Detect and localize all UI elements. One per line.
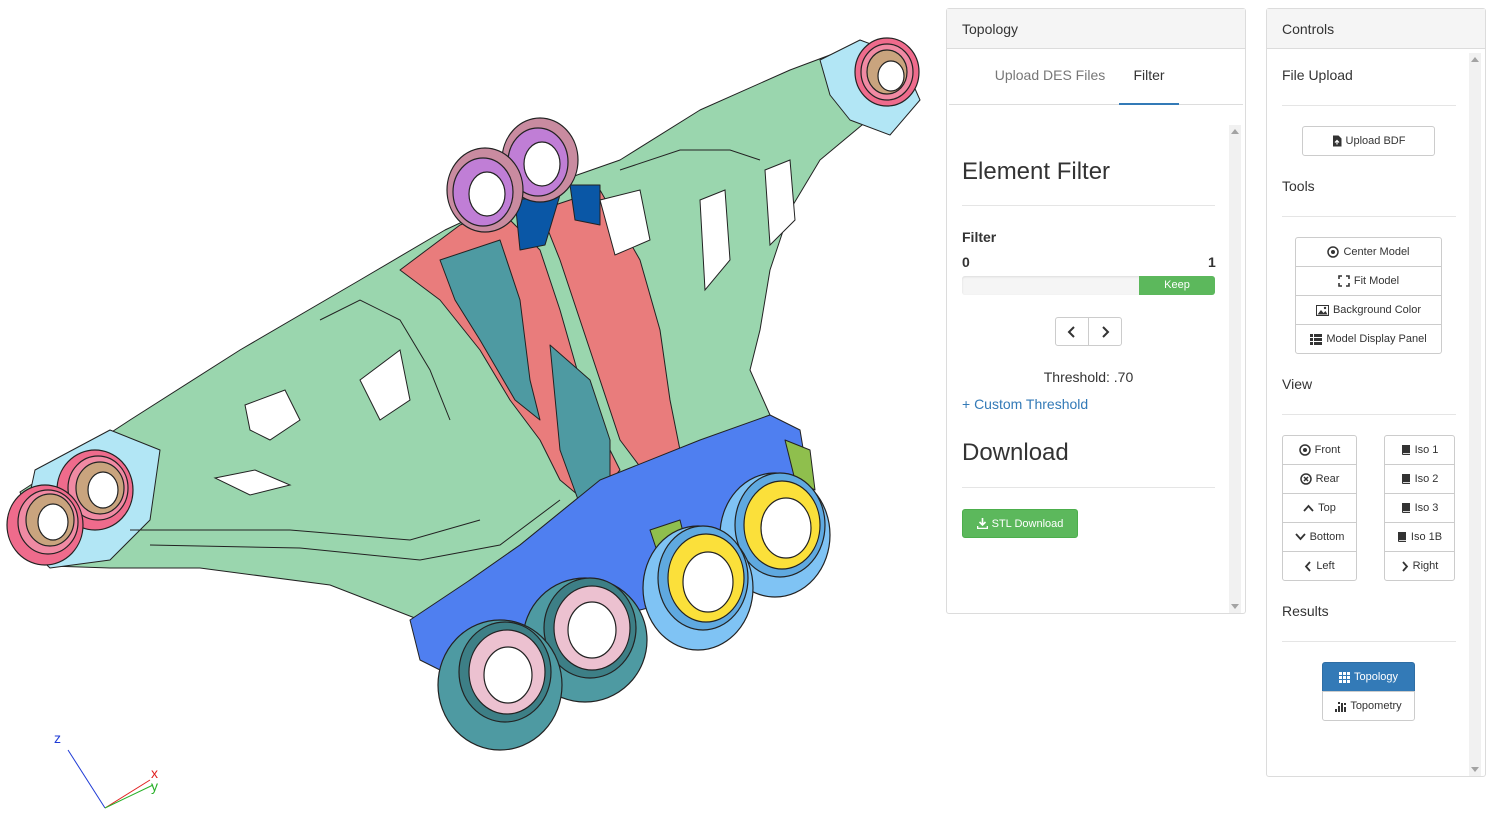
view-iso2-label: Iso 2 bbox=[1414, 473, 1439, 485]
scroll-down-icon[interactable] bbox=[1231, 604, 1239, 609]
step-next-button[interactable] bbox=[1088, 317, 1122, 346]
target-icon bbox=[1327, 246, 1340, 258]
chevron-right-icon bbox=[1401, 560, 1408, 572]
chevron-left-icon bbox=[1067, 325, 1075, 338]
view-right-button[interactable]: Right bbox=[1384, 551, 1455, 581]
scroll-up-icon[interactable] bbox=[1231, 129, 1239, 134]
upload-bdf-label: Upload BDF bbox=[1345, 135, 1406, 147]
download-icon bbox=[976, 518, 988, 529]
threshold-slider[interactable]: Keep bbox=[962, 276, 1215, 295]
axis-z-label: z bbox=[54, 730, 61, 746]
chevron-right-icon bbox=[1102, 325, 1110, 338]
topology-tabs: Upload DES Files Filter bbox=[949, 49, 1243, 105]
scroll-down-icon[interactable] bbox=[1471, 767, 1479, 772]
stl-download-button[interactable]: STL Download bbox=[962, 509, 1078, 538]
circle-x-icon bbox=[1299, 473, 1312, 485]
upload-bdf-button[interactable]: Upload BDF bbox=[1302, 126, 1435, 156]
list-icon bbox=[1310, 333, 1323, 345]
controls-panel-title: Controls bbox=[1267, 9, 1485, 49]
topology-result-label: Topology bbox=[1353, 671, 1399, 683]
background-color-label: Background Color bbox=[1332, 304, 1422, 316]
filter-tab-content: Element Filter Filter 0 1 Keep Threshold… bbox=[947, 125, 1245, 613]
topology-result-button[interactable]: Topology bbox=[1322, 662, 1415, 692]
divider bbox=[1282, 105, 1456, 106]
view-iso3-button[interactable]: Iso 3 bbox=[1384, 493, 1455, 523]
topology-panel-title: Topology bbox=[947, 9, 1245, 49]
target-icon bbox=[1298, 444, 1311, 456]
topology-scrollbar[interactable] bbox=[1229, 125, 1241, 613]
divider bbox=[962, 487, 1215, 488]
chevron-left-icon bbox=[1305, 560, 1311, 572]
divider bbox=[962, 205, 1215, 206]
slider-max-label: 1 bbox=[1208, 254, 1216, 270]
book-icon bbox=[1397, 532, 1406, 542]
book-icon bbox=[1401, 474, 1410, 484]
view-front-label: Front bbox=[1314, 444, 1341, 456]
grid-icon bbox=[1338, 671, 1350, 683]
book-icon bbox=[1401, 445, 1410, 455]
chevron-down-icon bbox=[1294, 533, 1306, 541]
center-model-label: Center Model bbox=[1343, 246, 1410, 258]
custom-threshold-link[interactable]: + Custom Threshold bbox=[962, 396, 1088, 412]
divider bbox=[1282, 414, 1456, 415]
view-bottom-button[interactable]: Bottom bbox=[1282, 522, 1357, 552]
file-upload-title: File Upload bbox=[1282, 67, 1353, 83]
model-display-panel-button[interactable]: Model Display Panel bbox=[1295, 324, 1442, 354]
tab-upload-des-files[interactable]: Upload DES Files bbox=[983, 49, 1117, 105]
axis-y-label: y bbox=[151, 778, 158, 794]
view-front-button[interactable]: Front bbox=[1282, 435, 1357, 465]
fit-model-button[interactable]: Fit Model bbox=[1295, 266, 1442, 296]
threshold-text: Threshold: .70 bbox=[1043, 369, 1134, 385]
slider-keep-fill[interactable]: Keep bbox=[1139, 276, 1215, 295]
view-rear-label: Rear bbox=[1315, 473, 1340, 485]
view-iso3-label: Iso 3 bbox=[1414, 502, 1439, 514]
topology-panel: Topology Upload DES Files Filter Element… bbox=[946, 8, 1246, 614]
topometry-result-label: Topometry bbox=[1350, 700, 1402, 712]
view-right-label: Right bbox=[1412, 560, 1439, 572]
tools-title: Tools bbox=[1282, 178, 1315, 194]
divider bbox=[1282, 641, 1456, 642]
view-rear-button[interactable]: Rear bbox=[1282, 464, 1357, 494]
view-iso1-label: Iso 1 bbox=[1414, 444, 1439, 456]
view-top-button[interactable]: Top bbox=[1282, 493, 1357, 523]
slider-min-label: 0 bbox=[962, 254, 970, 270]
background-color-button[interactable]: Background Color bbox=[1295, 295, 1442, 325]
model-hole-5 bbox=[764, 159, 796, 247]
download-heading: Download bbox=[962, 439, 1069, 466]
tab-filter[interactable]: Filter bbox=[1119, 49, 1179, 105]
fem-model-render[interactable]: z x y bbox=[0, 0, 935, 835]
topometry-result-button[interactable]: Topometry bbox=[1322, 691, 1415, 721]
controls-panel: Controls File Upload Upload BDF Tools Ce… bbox=[1266, 8, 1486, 777]
view-iso1-button[interactable]: Iso 1 bbox=[1384, 435, 1455, 465]
stl-download-label: STL Download bbox=[991, 517, 1064, 530]
model-viewport[interactable]: z x y bbox=[0, 0, 935, 835]
book-icon bbox=[1401, 503, 1410, 513]
filter-label: Filter bbox=[962, 229, 997, 245]
step-prev-button[interactable] bbox=[1055, 317, 1089, 346]
view-iso1b-label: Iso 1B bbox=[1410, 531, 1443, 543]
bars-icon bbox=[1335, 701, 1347, 712]
view-left-button[interactable]: Left bbox=[1282, 551, 1357, 581]
view-top-label: Top bbox=[1318, 502, 1336, 514]
view-iso2-button[interactable]: Iso 2 bbox=[1384, 464, 1455, 494]
view-iso1b-button[interactable]: Iso 1B bbox=[1384, 522, 1455, 552]
view-left-label: Left bbox=[1316, 560, 1335, 572]
center-model-button[interactable]: Center Model bbox=[1295, 237, 1442, 267]
view-bottom-label: Bottom bbox=[1309, 531, 1345, 543]
axis-triad: z x y bbox=[54, 730, 158, 809]
scroll-up-icon[interactable] bbox=[1471, 57, 1479, 62]
model-display-panel-label: Model Display Panel bbox=[1326, 333, 1427, 345]
controls-scrollbar[interactable] bbox=[1469, 53, 1481, 776]
element-filter-heading: Element Filter bbox=[962, 158, 1111, 185]
results-title: Results bbox=[1282, 603, 1329, 619]
picture-icon bbox=[1315, 304, 1329, 316]
view-title: View bbox=[1282, 376, 1313, 392]
fullscreen-icon bbox=[1338, 275, 1350, 287]
fit-model-label: Fit Model bbox=[1353, 275, 1400, 287]
file-upload-icon bbox=[1332, 135, 1342, 147]
divider bbox=[1282, 216, 1456, 217]
chevron-up-icon bbox=[1303, 504, 1314, 512]
model-navy-block-2 bbox=[569, 184, 601, 226]
